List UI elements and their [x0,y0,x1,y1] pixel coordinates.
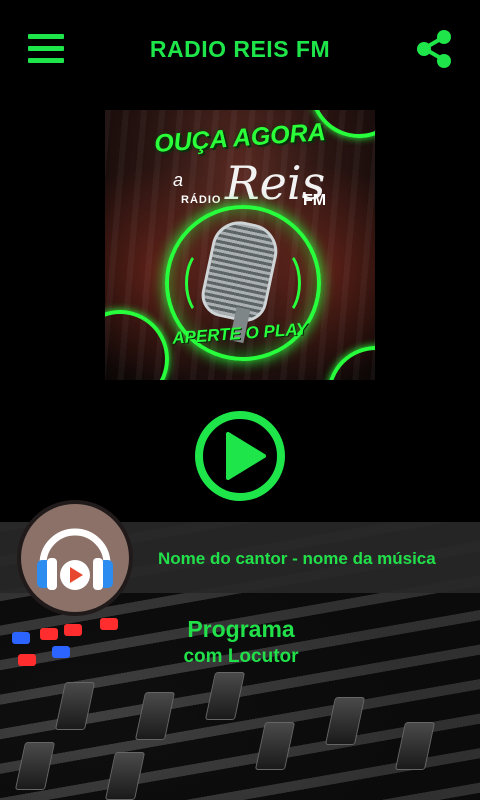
play-button[interactable] [194,410,286,502]
app-header: RADIO REIS FM [0,0,480,100]
cover-word-a: a [173,170,184,190]
program-host: com Locutor [183,646,299,667]
program-avatar [17,500,133,616]
headphones-play-icon [37,528,113,590]
program-name: Programa [187,616,295,642]
cover-word-radio: RÁDIO [181,194,222,206]
play-icon [195,411,285,501]
now-playing-title: Nome do cantor - nome da música [158,549,436,568]
share-icon[interactable] [414,28,456,70]
cover-word-fm: FM [303,192,327,209]
app-title: RADIO REIS FM [149,36,331,62]
station-cover-art: OUÇA AGORA a RÁDIO Reis FM APERTE O PLAY [105,110,375,380]
